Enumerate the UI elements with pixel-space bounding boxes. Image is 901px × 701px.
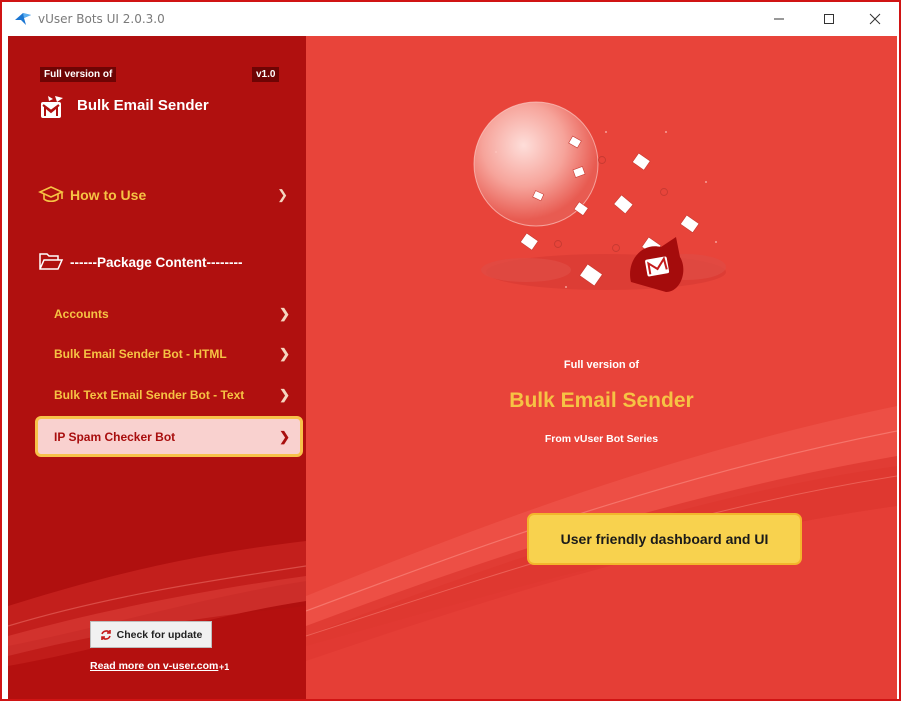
sidebar-item-label: Bulk Text Email Sender Bot - Text <box>54 388 245 402</box>
check-update-button[interactable]: Check for update <box>90 621 212 648</box>
close-button[interactable] <box>852 2 898 36</box>
chevron-right-icon: ❯ <box>279 306 290 321</box>
check-update-label: Check for update <box>116 628 203 641</box>
graduation-cap-icon <box>38 186 64 203</box>
chevron-right-icon: ❯ <box>279 428 290 444</box>
close-icon <box>869 13 881 25</box>
email-bot-logo-icon <box>41 96 63 118</box>
chevron-right-icon: ❯ <box>279 346 290 361</box>
sidebar: Full version of v1.0 Bulk Email Sender H… <box>8 36 306 699</box>
folder-open-icon <box>39 253 64 270</box>
read-more-badge: +1 <box>219 662 230 672</box>
sidebar-item-label: Accounts <box>54 307 109 321</box>
read-more-link[interactable]: Read more on v-user.com <box>90 660 218 672</box>
sidebar-item-accounts[interactable]: Accounts ❯ <box>38 296 302 332</box>
minimize-icon <box>774 18 784 20</box>
sidebar-item-bulk-email-html[interactable]: Bulk Email Sender Bot - HTML ❯ <box>38 336 302 372</box>
content-subtitle: From vUser Bot Series <box>544 433 659 445</box>
window-title: vUser Bots UI 2.0.3.0 <box>38 12 165 26</box>
sidebar-item-bulk-text-email[interactable]: Bulk Text Email Sender Bot - Text ❯ <box>38 377 302 413</box>
how-to-use-label: How to Use <box>70 187 147 203</box>
package-content-label: ------Package Content-------- <box>70 254 243 270</box>
maximize-icon <box>824 14 834 24</box>
feature-pill-label: User friendly dashboard and UI <box>560 531 769 547</box>
app-logo-icon <box>15 13 31 25</box>
how-to-use-button[interactable]: How to Use ❯ <box>38 184 296 206</box>
product-name: Bulk Email Sender <box>77 97 209 114</box>
maximize-button[interactable] <box>806 2 852 36</box>
title-bar[interactable]: vUser Bots UI 2.0.3.0 <box>2 2 899 36</box>
feature-pill: User friendly dashboard and UI <box>527 513 802 565</box>
content-title: Bulk Email Sender <box>509 389 694 412</box>
sidebar-item-label: Bulk Email Sender Bot - HTML <box>54 347 227 361</box>
package-content-header: ------Package Content-------- <box>38 251 306 273</box>
content-full-version-text: Full version of <box>563 359 640 371</box>
chevron-right-icon: ❯ <box>277 187 288 202</box>
app-window: vUser Bots UI 2.0.3.0 Full version of v1… <box>0 0 901 701</box>
sidebar-item-label: IP Spam Checker Bot <box>54 429 176 444</box>
main-content: Full version of Bulk Email Sender From v… <box>306 36 897 699</box>
refresh-icon <box>100 629 111 640</box>
full-version-badge: Full version of <box>40 67 117 82</box>
email-hero-illustration <box>473 101 726 292</box>
sidebar-item-ip-spam-checker[interactable]: IP Spam Checker Bot ❯ <box>35 416 303 457</box>
minimize-button[interactable] <box>756 2 802 36</box>
version-badge: v1.0 <box>252 67 280 82</box>
chevron-right-icon: ❯ <box>279 387 290 402</box>
